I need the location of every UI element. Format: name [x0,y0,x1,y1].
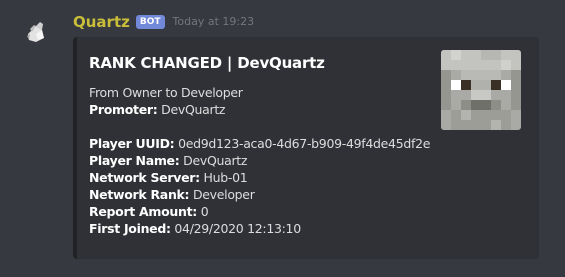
embed-card: RANK CHANGED | DevQuartz From Owner to D… [73,37,539,259]
field-network-rank: Network Rank: Developer [89,186,430,203]
field-key: Report Amount: [89,204,197,219]
player-skin-face-icon[interactable] [441,50,521,130]
field-key: First Joined: [89,221,171,236]
field-value: Hub-01 [203,170,248,185]
field-value: Developer [192,187,255,202]
field-value: DevQuartz [183,153,248,168]
field-key: Network Rank: [89,187,190,202]
field-player-name: Player Name: DevQuartz [89,152,430,169]
field-key: Player UUID: [89,136,175,151]
username[interactable]: Quartz [73,12,130,32]
embed-title: RANK CHANGED | DevQuartz [89,54,325,72]
field-value: 0ed9d123-aca0-4d67-b909-49f4de45df2e [178,136,431,151]
field-player-uuid: Player UUID: 0ed9d123-aca0-4d67-b909-49f… [89,135,430,152]
embed-description: From Owner to Developer Promoter: DevQua… [89,84,430,237]
timestamp: Today at 19:23 [172,15,255,28]
bot-badge: BOT [135,15,165,29]
field-value: DevQuartz [161,102,226,117]
field-value: 04/29/2020 12:13:10 [174,221,301,236]
quartz-crystal-avatar-icon[interactable] [16,12,56,52]
field-key: Promoter: [89,102,158,117]
message-header: Quartz BOT Today at 19:23 [73,12,254,32]
field-first-joined: First Joined: 04/29/2020 12:13:10 [89,220,430,237]
chat-message: Quartz BOT Today at 19:23 RANK CHANGED |… [0,0,565,277]
field-network-server: Network Server: Hub-01 [89,169,430,186]
field-key: Player Name: [89,153,180,168]
field-promoter: Promoter: DevQuartz [89,101,430,118]
field-value: 0 [200,204,209,219]
rank-change-line: From Owner to Developer [89,85,243,100]
field-key: Network Server: [89,170,200,185]
field-report-amount: Report Amount: 0 [89,203,430,220]
